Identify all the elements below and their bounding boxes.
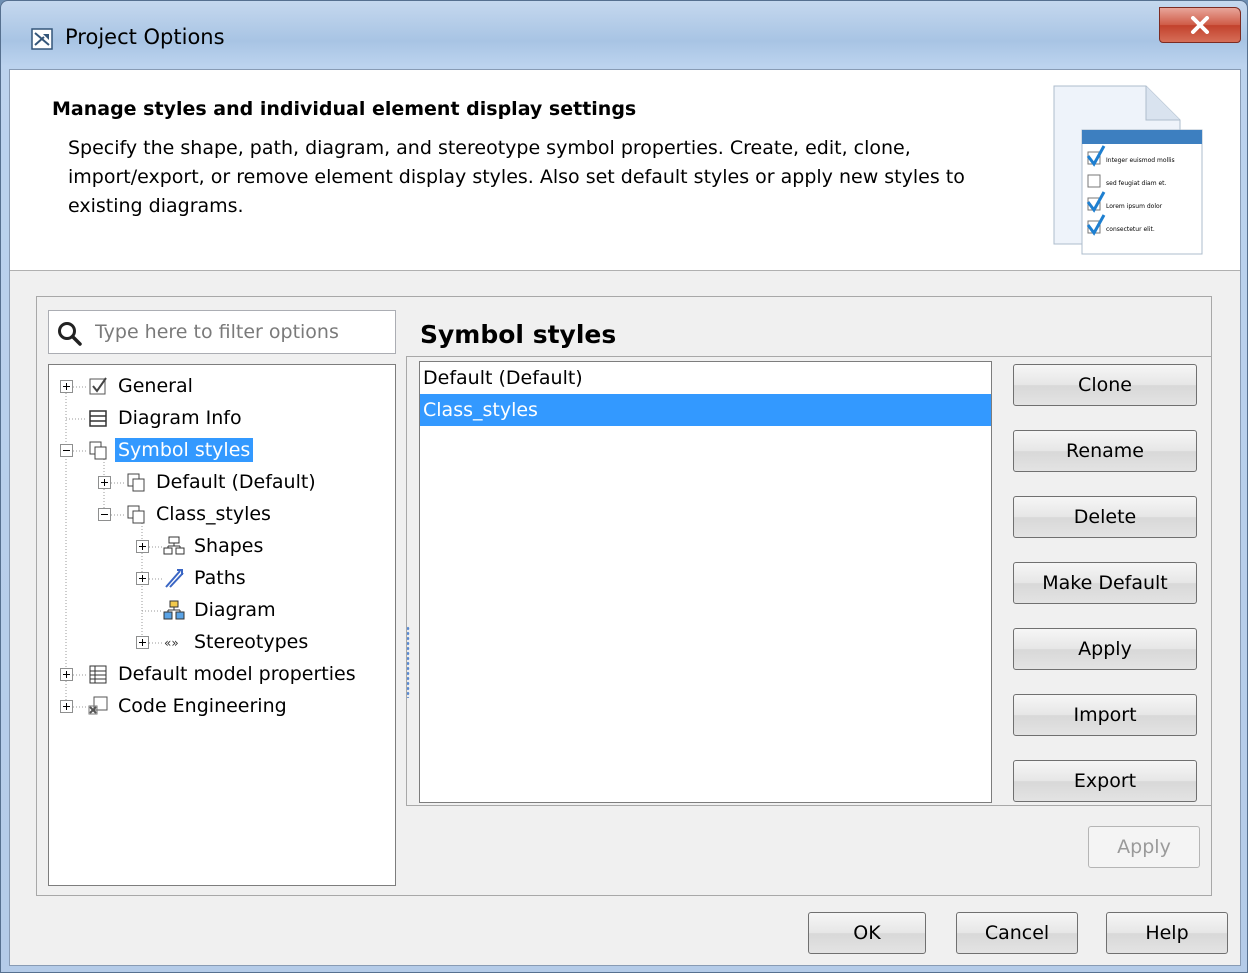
tree-item[interactable]: Diagram: [163, 595, 279, 625]
tree-item-label: Code Engineering: [118, 695, 287, 717]
tree-item-label: Diagram: [194, 599, 276, 621]
project-options-window: Project Options Manage styles and indivi…: [0, 0, 1248, 973]
close-button[interactable]: [1159, 7, 1241, 43]
tree-item[interactable]: Shapes: [163, 531, 266, 561]
paths-icon: [165, 569, 184, 588]
tree-item[interactable]: Class_styles: [125, 499, 274, 529]
app-icon: [31, 28, 53, 50]
section-title: Symbol styles: [420, 320, 617, 349]
stereotype-icon: «»: [164, 636, 179, 650]
shapes-icon: [163, 536, 185, 555]
tree-item[interactable]: Paths: [163, 563, 249, 593]
styles-list[interactable]: Default (Default) Class_styles: [419, 361, 992, 803]
styles-icon: [127, 473, 145, 492]
expand-icon[interactable]: [60, 668, 73, 681]
graphic-item-3: Lorem ipsum dolor: [1106, 203, 1163, 210]
dialog-client-area: Manage styles and individual element dis…: [9, 69, 1241, 966]
expand-icon[interactable]: [60, 380, 73, 393]
ok-button[interactable]: OK: [808, 912, 926, 954]
search-icon: [58, 322, 82, 346]
tree-item[interactable]: Default model properties: [87, 659, 359, 689]
tree-item[interactable]: Diagram Info: [87, 403, 245, 433]
tree-item-label: Default model properties: [118, 663, 356, 685]
diagram-icon: [163, 600, 185, 620]
filter-input[interactable]: [93, 316, 387, 348]
table-icon: [89, 410, 107, 427]
help-button[interactable]: Help: [1106, 912, 1228, 954]
tree-item[interactable]: General: [87, 371, 196, 401]
window-title: Project Options: [65, 25, 225, 49]
header-title: Manage styles and individual element dis…: [52, 98, 637, 120]
make-default-button[interactable]: Make Default: [1013, 562, 1197, 604]
export-button[interactable]: Export: [1013, 760, 1197, 802]
rename-button[interactable]: Rename: [1013, 430, 1197, 472]
style-item-class-styles[interactable]: Class_styles: [420, 394, 991, 426]
properties-icon: [89, 665, 107, 684]
cancel-button[interactable]: Cancel: [956, 912, 1078, 954]
svg-text:«»: «»: [164, 636, 179, 650]
expand-icon[interactable]: [136, 572, 149, 585]
expand-icon[interactable]: [98, 476, 111, 489]
expand-icon[interactable]: [136, 636, 149, 649]
tree-item-label: Symbol styles: [115, 438, 254, 462]
graphic-item-1: Integer euismod mollis: [1106, 157, 1175, 164]
options-tree[interactable]: General Diagram Info Symbol styles Default …: [48, 364, 396, 886]
collapse-icon[interactable]: [60, 444, 73, 457]
code-engineering-icon: [88, 696, 108, 715]
options-document-icon: Integer euismod mollis sed feugiat diam …: [1053, 85, 1203, 255]
tree-item-label: Class_styles: [156, 503, 271, 525]
style-item-default[interactable]: Default (Default): [420, 362, 991, 394]
filter-field[interactable]: [48, 310, 396, 354]
tree-item[interactable]: «» Stereotypes: [163, 627, 311, 657]
tree-item-label: Diagram Info: [118, 407, 242, 429]
collapse-icon[interactable]: [98, 508, 111, 521]
close-icon: [1191, 16, 1209, 34]
title-bar[interactable]: Project Options: [1, 1, 1247, 71]
styles-icon: [127, 505, 145, 524]
apply-style-button[interactable]: Apply: [1013, 628, 1197, 670]
tree-item-label: Shapes: [194, 535, 264, 557]
tree-item[interactable]: Symbol styles: [87, 435, 254, 465]
delete-button[interactable]: Delete: [1013, 496, 1197, 538]
clone-button[interactable]: Clone: [1013, 364, 1197, 406]
expand-icon[interactable]: [60, 700, 73, 713]
graphic-item-2: sed feugiat diam et.: [1106, 180, 1167, 187]
import-button[interactable]: Import: [1013, 694, 1197, 736]
tree-item[interactable]: Code Engineering: [87, 691, 290, 721]
styles-icon: [89, 441, 107, 460]
apply-button[interactable]: Apply: [1088, 826, 1200, 868]
expand-icon[interactable]: [136, 540, 149, 553]
header-description: Specify the shape, path, diagram, and st…: [68, 137, 965, 217]
tree-item-label: General: [118, 375, 193, 397]
tree-item-label: Default (Default): [156, 471, 316, 493]
tree-item-label: Paths: [194, 567, 246, 589]
graphic-item-4: consectetur elit.: [1106, 226, 1155, 233]
tree-item-label: Stereotypes: [194, 631, 309, 653]
tree-item[interactable]: Default (Default): [125, 467, 319, 497]
header-panel: Manage styles and individual element dis…: [10, 70, 1240, 271]
checkbox-icon: [89, 377, 107, 395]
